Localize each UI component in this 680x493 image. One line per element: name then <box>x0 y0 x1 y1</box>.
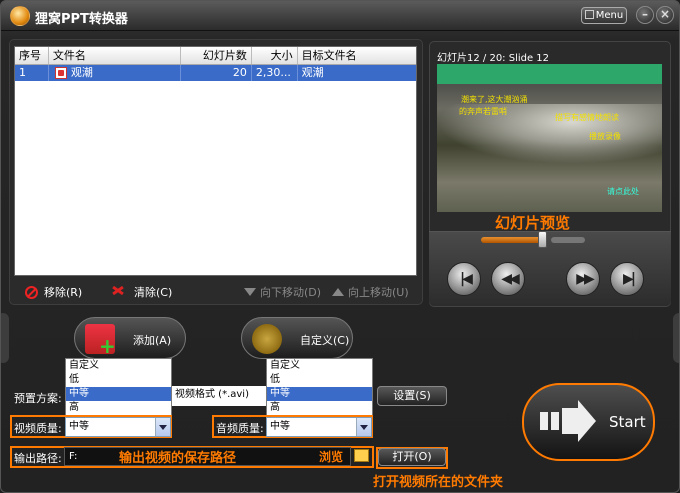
custom-label: 自定义(C) <box>300 334 350 347</box>
app-logo-icon <box>10 6 30 26</box>
slide-preview-image: 潮来了,这大潮汹涌 的奔声若雷哨 描写有感情地朗读 播放录像 请点此处 <box>437 64 662 212</box>
start-arrow-icon <box>540 400 596 442</box>
clear-button[interactable]: 清除(C) <box>112 284 172 300</box>
open-annotation: 打开视频所在的文件夹 <box>373 475 504 490</box>
audio-option-selected[interactable]: 中等 <box>267 387 372 401</box>
move-down-label: 向下移动(D) <box>260 286 322 299</box>
audio-quality-options: 自定义 低 中等 高 <box>266 358 373 416</box>
add-button[interactable]: 添加(A) <box>74 317 186 359</box>
slide-text-5: 请点此处 <box>607 187 639 196</box>
header-size[interactable]: 大小 <box>252 47 298 64</box>
main-window: 狸窝PPT转换器 Menu – × 序号 文件名 幻灯片数 大小 目标文件名 1… <box>0 0 680 493</box>
preset-value[interactable]: 视频格式 (*.avi) <box>172 386 268 406</box>
menu-button[interactable]: Menu <box>581 7 627 24</box>
audio-option[interactable]: 高 <box>267 401 372 415</box>
move-up-button[interactable]: 向上移动(U) <box>332 284 409 300</box>
header-index[interactable]: 序号 <box>15 47 49 64</box>
slide-banner <box>437 64 662 84</box>
move-down-button[interactable]: 向下移动(D) <box>244 284 321 300</box>
clear-label: 清除(C) <box>134 286 173 299</box>
menu-icon <box>584 10 594 19</box>
close-button[interactable]: × <box>656 6 674 24</box>
video-quality-options: 自定义 低 中等 高 <box>65 358 172 416</box>
video-option[interactable]: 低 <box>66 373 171 387</box>
audio-quality-select[interactable]: 中等 <box>266 417 372 437</box>
app-title: 狸窝PPT转换器 <box>35 12 128 27</box>
table-header: 序号 文件名 幻灯片数 大小 目标文件名 <box>15 47 416 65</box>
audio-quality-label: 音频质量: <box>216 422 264 435</box>
header-target[interactable]: 目标文件名 <box>298 47 416 64</box>
side-decoration-right <box>673 313 679 363</box>
menu-label: Menu <box>595 10 624 21</box>
cell-index: 1 <box>15 65 49 81</box>
slider-fill <box>481 237 542 243</box>
folder-icon[interactable] <box>354 449 369 462</box>
cell-filename: 观潮 <box>49 65 182 81</box>
audio-option[interactable]: 低 <box>267 373 372 387</box>
arrow-up-icon <box>332 288 344 296</box>
preset-label: 预置方案: <box>14 392 62 405</box>
move-up-label: 向上移动(U) <box>348 286 409 299</box>
remove-icon <box>25 286 38 299</box>
minimize-button[interactable]: – <box>636 6 654 24</box>
video-option[interactable]: 自定义 <box>66 359 171 373</box>
start-label: Start <box>609 413 646 431</box>
add-label: 添加(A) <box>133 334 172 347</box>
fast-forward-icon: ▶▶ <box>576 271 595 287</box>
cell-size: 2,30... <box>252 65 298 81</box>
skip-forward-icon: ▶| <box>623 271 636 287</box>
header-slides[interactable]: 幻灯片数 <box>181 47 252 64</box>
slide-counter: 幻灯片12 / 20: Slide 12 <box>437 53 550 64</box>
browse-label[interactable]: 浏览 <box>319 448 343 465</box>
header-filename[interactable]: 文件名 <box>49 47 182 64</box>
slider-thumb[interactable] <box>538 231 547 248</box>
slider-track[interactable] <box>551 237 585 243</box>
slide-text-2: 的奔声若雷哨 <box>459 107 507 116</box>
table-row[interactable]: 1 观潮 20 2,30... 观潮 <box>15 65 416 81</box>
video-option-selected[interactable]: 中等 <box>66 387 171 401</box>
video-quality-select[interactable]: 中等 <box>65 417 171 437</box>
slide-text-3: 描写有感情地朗读 <box>555 113 619 122</box>
clear-icon <box>112 286 126 298</box>
add-file-icon <box>85 324 116 358</box>
cell-slides: 20 <box>181 65 252 81</box>
ppt-file-icon <box>54 67 67 79</box>
output-annotation: 输出视频的保存路径 <box>119 451 237 466</box>
cell-filename-text: 观潮 <box>70 66 93 79</box>
last-slide-button[interactable]: ▶| <box>610 262 644 296</box>
next-slide-button[interactable]: ▶▶ <box>566 262 600 296</box>
settings-button[interactable]: 设置(S) <box>377 386 447 406</box>
side-decoration-left <box>1 313 9 363</box>
remove-label: 移除(R) <box>44 286 83 299</box>
prev-slide-button[interactable]: ◀◀ <box>491 262 525 296</box>
skip-back-icon: |◀ <box>460 271 473 287</box>
custom-button[interactable]: 自定义(C) <box>241 317 353 359</box>
tools-icon <box>252 324 282 354</box>
video-option[interactable]: 高 <box>66 401 171 415</box>
output-label: 输出路径: <box>14 452 62 465</box>
remove-button[interactable]: 移除(R) <box>25 284 82 300</box>
cell-target: 观潮 <box>301 66 324 79</box>
audio-option[interactable]: 自定义 <box>267 359 372 373</box>
file-table: 序号 文件名 幻灯片数 大小 目标文件名 1 观潮 20 2,30... 观潮 <box>14 46 417 276</box>
chevron-down-icon[interactable] <box>356 418 371 436</box>
slide-text-1: 潮来了,这大潮汹涌 <box>461 95 528 104</box>
title-bar: 狸窝PPT转换器 Menu – × <box>1 1 679 31</box>
video-quality-value: 中等 <box>69 421 89 432</box>
chevron-down-icon[interactable] <box>155 418 170 436</box>
audio-quality-value: 中等 <box>270 421 290 432</box>
arrow-down-icon <box>244 288 256 296</box>
rewind-icon: ◀◀ <box>501 271 520 287</box>
video-quality-label: 视频质量: <box>14 422 62 435</box>
first-slide-button[interactable]: |◀ <box>447 262 481 296</box>
preview-annotation: 幻灯片预览 <box>495 214 571 232</box>
slide-text-4: 播放录像 <box>589 132 621 141</box>
open-folder-button[interactable]: 打开(O) <box>378 448 446 466</box>
